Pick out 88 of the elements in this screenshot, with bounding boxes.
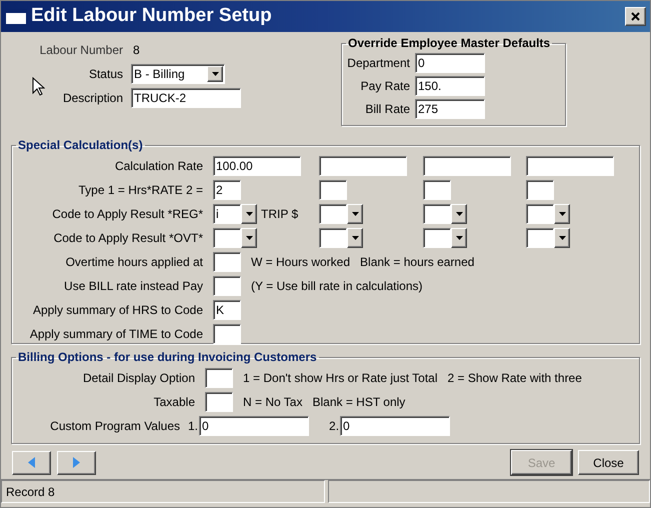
caret-icon — [352, 236, 358, 240]
combo-field[interactable] — [423, 204, 451, 224]
field-label: Description — [62, 90, 123, 107]
caret-icon — [212, 72, 218, 76]
input-field[interactable] — [205, 392, 233, 412]
field-note: Blank = HST only — [312, 394, 406, 411]
field-label: Department — [346, 55, 410, 72]
field-note: (Y = Use bill rate in calculations) — [251, 278, 423, 295]
field-label: Apply summary of TIME to Code — [28, 326, 203, 343]
caret-icon — [456, 212, 462, 216]
left-triangle-icon — [28, 457, 35, 468]
dropdown-button[interactable] — [241, 204, 257, 224]
field-value: 8 — [133, 42, 140, 59]
field-note: W = Hours worked — [251, 254, 350, 271]
caret-icon — [352, 212, 358, 216]
dropdown-button[interactable] — [554, 204, 570, 224]
dropdown-button[interactable] — [347, 228, 363, 248]
field-label: Custom Program Values — [49, 418, 180, 435]
field-label: Code to Apply Result *REG* — [51, 206, 203, 223]
dropdown-button[interactable] — [554, 228, 570, 248]
field-label: Pay Rate — [360, 78, 410, 95]
caret-icon — [456, 236, 462, 240]
field-label: Calculation Rate — [114, 158, 203, 175]
combo-field[interactable] — [319, 228, 347, 248]
input-field[interactable]: 2 — [213, 180, 241, 200]
next-button[interactable] — [57, 450, 96, 474]
field-label: Labour Number — [38, 42, 123, 59]
input-field[interactable] — [526, 180, 554, 200]
caret-icon — [558, 212, 566, 216]
field-prefix: 1. — [188, 418, 198, 435]
input-field[interactable]: 275 — [415, 99, 485, 119]
field-label: Taxable — [152, 394, 195, 411]
dropdown-button[interactable] — [347, 204, 363, 224]
field-note: 1 = Don't show Hrs or Rate just Total — [243, 370, 438, 387]
input-field[interactable]: 100.00 — [213, 156, 301, 176]
combo-field[interactable] — [213, 228, 241, 248]
group-title: Override Employee Master Defaults — [347, 35, 552, 52]
field-prefix: 2. — [329, 418, 340, 435]
group-title: Billing Options - for use during Invoicing Customers — [17, 349, 318, 366]
field-note: TRIP $ — [261, 206, 298, 223]
dropdown-button[interactable] — [451, 204, 467, 224]
field-note: N = No Tax — [243, 394, 302, 411]
field-label: Type 1 = Hrs*RATE 2 = — [78, 182, 203, 199]
field-note: Blank = hours earned — [360, 254, 474, 271]
field-label: Status — [88, 66, 123, 83]
previous-button[interactable] — [12, 450, 51, 474]
field-label: Bill Rate — [364, 101, 410, 118]
description-field[interactable]: TRUCK-2 — [131, 88, 241, 108]
input-field[interactable]: 0 — [415, 53, 485, 73]
right-triangle-icon — [73, 457, 80, 468]
dialog-button[interactable]: Close — [578, 450, 639, 475]
input-field[interactable]: 0 — [340, 416, 450, 436]
input-field[interactable]: 0 — [199, 416, 310, 436]
field-label: Overtime hours applied at — [64, 254, 203, 271]
window-title: Edit Labour Number Setup — [31, 4, 272, 28]
input-field[interactable] — [319, 180, 347, 200]
input-field[interactable] — [213, 276, 241, 296]
input-field[interactable]: K — [213, 300, 241, 320]
input-field[interactable] — [423, 156, 511, 176]
field-label: Detail Display Option — [82, 370, 195, 387]
status-text: Record 8 — [6, 484, 55, 500]
dropdown-button[interactable] — [451, 228, 467, 248]
close-icon — [631, 12, 640, 21]
dropdown-button[interactable] — [241, 228, 257, 248]
close-button[interactable] — [625, 7, 646, 26]
field-note: 2 = Show Rate with three — [448, 370, 582, 387]
input-field[interactable] — [213, 324, 241, 344]
input-field[interactable] — [205, 368, 233, 388]
field-label: Use BILL rate instead Pay — [63, 278, 203, 295]
combo-field[interactable] — [526, 228, 554, 248]
window-icon — [5, 8, 27, 24]
input-field[interactable] — [526, 156, 614, 176]
input-field[interactable] — [423, 180, 451, 200]
caret-icon — [558, 236, 566, 240]
field-label: Apply summary of HRS to Code — [32, 302, 203, 319]
caret-icon — [246, 212, 252, 216]
combo-field[interactable] — [319, 204, 347, 224]
combo-field[interactable] — [423, 228, 451, 248]
input-field[interactable]: 150. — [415, 76, 485, 96]
group-title: Special Calculation(s) — [17, 137, 144, 154]
input-field[interactable] — [213, 252, 241, 272]
field-label: Code to Apply Result *OVT* — [52, 230, 203, 247]
combo-field[interactable]: i — [213, 204, 241, 224]
cursor-icon — [32, 77, 45, 96]
combo-field[interactable] — [526, 204, 554, 224]
input-field[interactable] — [319, 156, 407, 176]
caret-icon — [246, 236, 252, 240]
status-dropdown[interactable]: B - Billing — [131, 64, 225, 84]
